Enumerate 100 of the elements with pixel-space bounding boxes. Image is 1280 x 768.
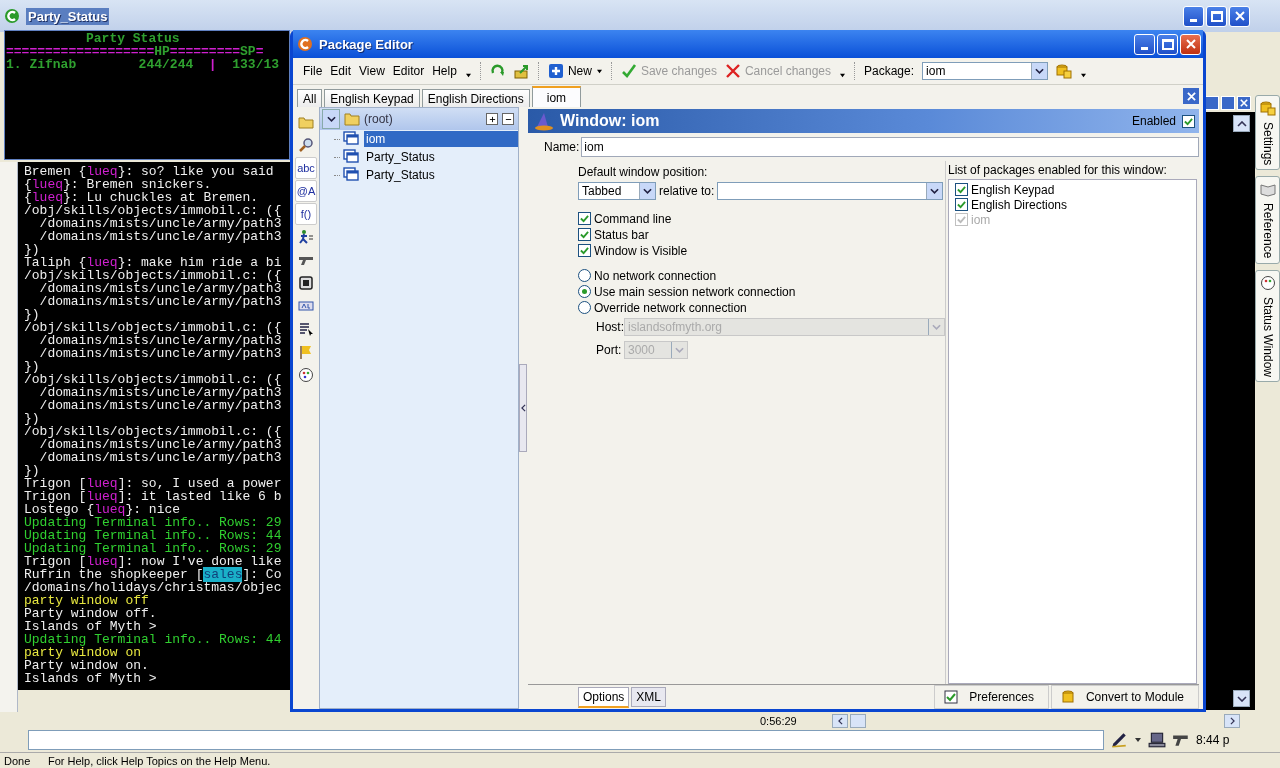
- overflow-icon[interactable]: [464, 72, 472, 78]
- caret-icon[interactable]: [1134, 737, 1142, 744]
- checkbox[interactable]: [578, 228, 591, 241]
- terminal-line: Party window off.: [24, 607, 157, 620]
- overflow-icon[interactable]: [839, 72, 846, 78]
- flag-icon: [298, 344, 314, 360]
- terminal-line: Islands of Myth >: [24, 672, 157, 685]
- checkbox-label: iom: [971, 212, 991, 227]
- dock-tab[interactable]: Status Window: [1255, 269, 1280, 382]
- terminal-line: Updating Terminal info.. Rows: 29: [24, 542, 282, 555]
- checkbox-label: English Directions: [971, 197, 1068, 212]
- view-tab[interactable]: Options: [578, 686, 630, 708]
- terminal-line: party window on: [24, 646, 142, 659]
- scroll-up-button[interactable]: [1233, 115, 1250, 132]
- cross-icon: [724, 63, 741, 79]
- menu-item[interactable]: View: [359, 64, 385, 78]
- database-icon[interactable]: [1056, 63, 1073, 79]
- terminal-line: /domains/holidays/christmas/objec: [24, 581, 282, 594]
- checkbox[interactable]: [578, 212, 591, 225]
- package-tab[interactable]: All: [297, 89, 323, 107]
- chevron-down-icon: [932, 324, 941, 330]
- menu-item[interactable]: Edit: [330, 64, 352, 78]
- windows-icon: [343, 149, 361, 165]
- tool-button[interactable]: abc: [295, 157, 317, 179]
- terminal-line: Taliph {lueq}: make him ride a bi: [24, 256, 282, 269]
- palette-icon: [298, 367, 314, 383]
- close-button[interactable]: [1229, 5, 1250, 27]
- package-tab[interactable]: English Directions: [421, 89, 530, 107]
- running-figure-icon: [298, 229, 314, 245]
- position-dropdown[interactable]: Tabbed: [578, 182, 656, 200]
- radio-button[interactable]: [578, 301, 591, 314]
- tree-item[interactable]: iom: [364, 131, 518, 147]
- pen-icon[interactable]: [1110, 731, 1128, 750]
- checkbox[interactable]: [955, 183, 968, 196]
- close-tab-button[interactable]: [1183, 88, 1199, 104]
- caret-icon: [595, 68, 603, 74]
- search-icon: [298, 137, 314, 153]
- expand-all-button[interactable]: [486, 113, 498, 125]
- header-title: Window: iom: [560, 112, 660, 130]
- terminal-line: Party window on.: [24, 659, 149, 672]
- maximize-button[interactable]: [1206, 5, 1227, 27]
- menu-item[interactable]: File: [303, 64, 323, 78]
- checkbox[interactable]: [578, 244, 591, 257]
- package-tab[interactable]: English Keypad: [324, 89, 420, 107]
- minimize-button[interactable]: [1134, 33, 1155, 55]
- overflow-icon[interactable]: [1080, 72, 1088, 78]
- enabled-label: Enabled: [1131, 114, 1176, 128]
- checkbox[interactable]: [955, 198, 968, 211]
- radio-button[interactable]: [578, 285, 591, 298]
- windows-icon: [343, 167, 361, 183]
- checkbox-icon: [943, 689, 960, 705]
- action-button[interactable]: Convert to Module: [1050, 685, 1199, 709]
- dropdown-button[interactable]: [322, 109, 340, 129]
- tree-root-label[interactable]: (root): [364, 112, 393, 126]
- relative-dropdown[interactable]: [717, 182, 943, 200]
- maximize-button[interactable]: [1157, 33, 1178, 55]
- dock-tab[interactable]: Reference: [1255, 176, 1280, 264]
- name-field[interactable]: iom: [581, 137, 1199, 157]
- computer-icon[interactable]: [1148, 731, 1166, 750]
- menu-item[interactable]: Editor: [392, 64, 425, 78]
- collapse-all-button[interactable]: [502, 113, 514, 125]
- terminal-line: 1. Zifnab 244/244 | 133/13: [6, 58, 280, 71]
- terminal-line: Updating Terminal info.. Rows: 44: [24, 529, 282, 542]
- terminal-line: Lostego {lueq}: nice: [24, 503, 181, 516]
- close-button[interactable]: [1237, 96, 1251, 110]
- clock-text: 8:44 p: [1196, 733, 1230, 748]
- minimize-button[interactable]: [1183, 5, 1204, 27]
- action-button[interactable]: Preferences: [934, 685, 1049, 709]
- plus-icon: [488, 115, 496, 123]
- scroll-down-button[interactable]: [1233, 690, 1250, 707]
- name-label: Name:: [544, 140, 580, 154]
- collapse-handle[interactable]: [519, 364, 527, 452]
- scroll-left-button[interactable]: [832, 713, 848, 728]
- tool-button[interactable]: @A: [295, 180, 317, 202]
- chevron-down-icon: [643, 188, 652, 194]
- export-icon[interactable]: [513, 63, 530, 79]
- enabled-checkbox[interactable]: [1182, 114, 1195, 128]
- tree-item[interactable]: Party_Status: [364, 167, 518, 183]
- new-button[interactable]: New: [547, 63, 603, 79]
- pin-button[interactable]: [1221, 96, 1235, 110]
- package-dropdown[interactable]: iom: [922, 62, 1049, 80]
- chevron-down-icon: [1035, 68, 1045, 74]
- menu-item[interactable]: Help: [432, 64, 457, 78]
- close-button[interactable]: [1180, 33, 1201, 55]
- terminal-line: /domains/mists/uncle/army/path3: [38, 399, 282, 412]
- dock-tab[interactable]: Settings: [1255, 95, 1280, 171]
- radio-button[interactable]: [578, 269, 591, 282]
- terminal-line: /domains/mists/uncle/army/path3: [38, 451, 282, 464]
- terminal-line: /domains/mists/uncle/army/path3: [39, 386, 282, 399]
- command-input[interactable]: [28, 730, 1104, 751]
- scroll-right-button[interactable]: [1224, 713, 1240, 728]
- terminal-line: Bremen {lueq}: so? like you said: [24, 165, 274, 178]
- package-tab[interactable]: iom: [531, 86, 582, 107]
- view-tab[interactable]: XML: [631, 687, 667, 707]
- tree-item[interactable]: Party_Status: [364, 149, 518, 165]
- tool-button[interactable]: f(): [295, 203, 317, 225]
- elapsed-time: 0:56:29: [760, 714, 798, 727]
- packages-list-label: List of packages enabled for this window:: [948, 163, 1168, 177]
- scroll-thumb[interactable]: [850, 713, 866, 728]
- terminal-line: party window off: [24, 594, 149, 607]
